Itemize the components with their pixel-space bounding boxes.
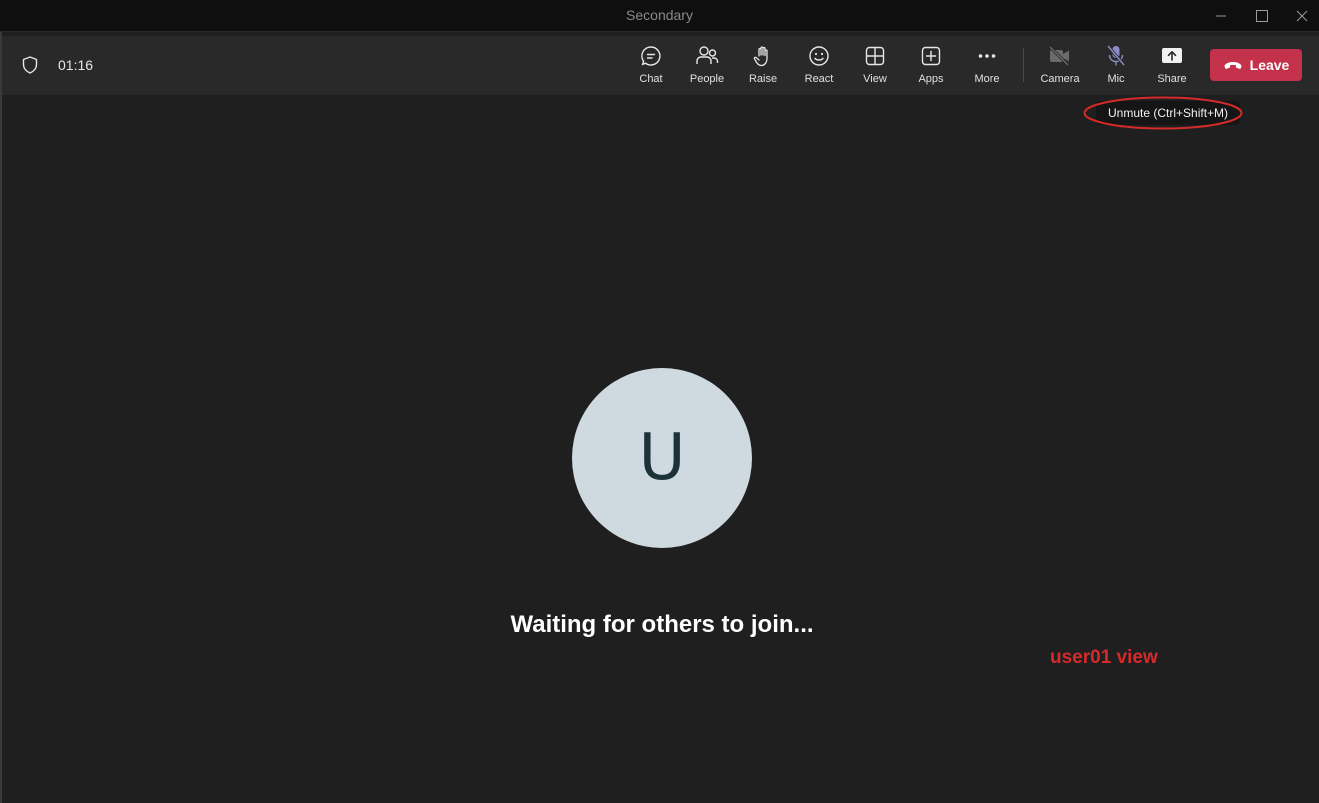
people-icon	[696, 46, 719, 64]
mic-off-icon	[1106, 45, 1126, 66]
leave-button[interactable]: Leave	[1210, 49, 1302, 81]
waiting-message: Waiting for others to join...	[510, 611, 814, 638]
view-button[interactable]: View	[847, 44, 903, 90]
mic-button[interactable]: Mic	[1088, 44, 1144, 90]
maximize-icon	[1256, 10, 1268, 22]
window-title: Secondary	[626, 7, 693, 23]
meeting-info-button[interactable]	[22, 56, 38, 79]
chat-button[interactable]: Chat	[623, 44, 679, 90]
close-button[interactable]	[1280, 0, 1319, 32]
minimize-icon	[1216, 15, 1226, 17]
share-screen-icon	[1162, 48, 1182, 63]
grid-view-icon	[865, 46, 885, 66]
react-button[interactable]: React	[791, 44, 847, 90]
minimize-button[interactable]	[1199, 0, 1243, 32]
raise-label: Raise	[748, 73, 778, 85]
chat-label: Chat	[639, 73, 663, 85]
raise-hand-button[interactable]: Raise	[735, 44, 791, 90]
avatar: U	[572, 368, 752, 548]
shield-icon	[22, 56, 38, 74]
camera-label: Camera	[1040, 73, 1080, 85]
people-button[interactable]: People	[679, 44, 735, 90]
meeting-toolbar: 01:16 Chat People Raise React View Apps …	[2, 36, 1319, 95]
add-app-icon	[921, 46, 941, 66]
maximize-button[interactable]	[1240, 0, 1284, 32]
leave-label: Leave	[1249, 57, 1290, 73]
mic-label: Mic	[1107, 73, 1125, 85]
avatar-initial: U	[638, 421, 686, 495]
window-left-edge	[0, 32, 2, 803]
apps-label: Apps	[918, 73, 944, 85]
chat-icon	[641, 46, 661, 66]
more-button[interactable]: More	[959, 44, 1015, 90]
toolbar-divider	[1023, 48, 1024, 82]
view-label: View	[863, 73, 887, 85]
hang-up-icon	[1224, 62, 1242, 69]
window-title-bar: Secondary	[0, 0, 1319, 32]
more-icon	[978, 54, 996, 58]
annotation-ellipse	[1083, 96, 1243, 130]
meeting-timer: 01:16	[58, 57, 94, 73]
react-label: React	[804, 73, 834, 85]
smiley-icon	[809, 46, 829, 66]
share-button[interactable]: Share	[1144, 44, 1200, 90]
hand-icon	[753, 46, 768, 67]
close-icon	[1296, 10, 1308, 22]
camera-off-icon	[1048, 45, 1070, 67]
people-label: People	[689, 73, 725, 85]
annotation-label: user01 view	[1050, 647, 1158, 668]
camera-button[interactable]: Camera	[1032, 44, 1088, 90]
more-label: More	[974, 73, 1000, 85]
apps-button[interactable]: Apps	[903, 44, 959, 90]
share-label: Share	[1157, 73, 1187, 85]
